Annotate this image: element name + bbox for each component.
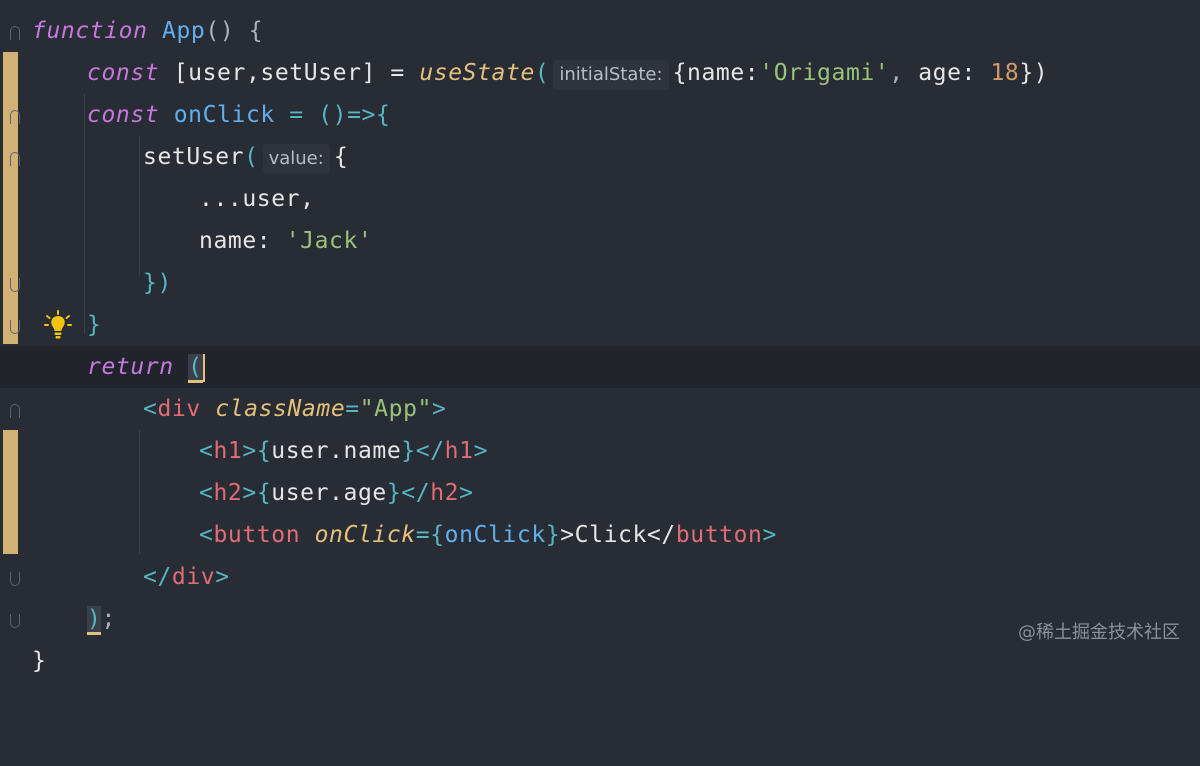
code-line-1[interactable]: function App() { — [0, 10, 1200, 52]
matched-paren: ( — [188, 354, 203, 383]
token: > — [242, 438, 257, 464]
token: 18 — [990, 60, 1020, 86]
token: = — [415, 522, 431, 548]
token: < — [199, 438, 214, 464]
matched-paren: ) — [87, 606, 102, 635]
token: </ — [143, 564, 172, 590]
code-line-12[interactable]: <h2>{user.age}</h2> — [0, 472, 1200, 514]
token: { — [256, 480, 272, 506]
token: ; — [101, 606, 116, 632]
token: age: — [918, 60, 976, 86]
parameter-hint: initialState: — [553, 60, 669, 90]
token: user.age — [271, 480, 387, 506]
token: App — [162, 18, 206, 44]
token: } — [386, 480, 402, 506]
token: onClick — [314, 522, 416, 548]
token: div — [157, 396, 201, 422]
token: ...user, — [199, 186, 315, 212]
token: } — [87, 312, 102, 338]
token: setUser — [143, 144, 245, 170]
code-line-3[interactable]: const onClick = ()=>{ — [0, 94, 1200, 136]
code-line-8[interactable]: } — [0, 304, 1200, 346]
token: > — [242, 480, 257, 506]
token: name: — [687, 60, 760, 86]
token: { — [333, 144, 349, 170]
token: { — [672, 60, 688, 86]
token: = — [345, 396, 360, 422]
code-editor[interactable]: function App() { const [user,setUser] = … — [0, 0, 1200, 674]
code-line-5[interactable]: ...user, — [0, 178, 1200, 220]
token: }) — [143, 270, 172, 296]
token: h1 — [213, 438, 243, 464]
token: 'Origami' — [759, 60, 890, 86]
token: > — [473, 438, 489, 464]
token: 'Jack' — [285, 228, 373, 254]
token: } — [401, 438, 416, 464]
token: </ — [415, 438, 445, 464]
token: useState — [419, 60, 535, 86]
text-cursor — [202, 353, 205, 382]
code-line-14[interactable]: </div> — [0, 556, 1200, 598]
token: { — [430, 522, 445, 548]
token: h1 — [444, 438, 474, 464]
token: < — [199, 522, 214, 548]
token: const — [87, 102, 160, 128]
token: > — [215, 564, 230, 590]
token: { — [256, 438, 272, 464]
token: name: — [199, 228, 272, 254]
watermark: @稀土掘金技术社区 — [1018, 622, 1180, 643]
token: h2 — [213, 480, 243, 506]
token: className — [215, 396, 346, 422]
code-line-6[interactable]: name: 'Jack' — [0, 220, 1200, 262]
parameter-hint: value: — [262, 144, 330, 174]
token: button — [675, 522, 763, 548]
code-line-7[interactable]: }) — [0, 262, 1200, 304]
code-line-11[interactable]: <h1>{user.name}</h1> — [0, 430, 1200, 472]
token: function — [32, 18, 148, 44]
token: > — [431, 396, 447, 422]
token: = — [289, 102, 304, 128]
code-line-4[interactable]: setUser(value:{ — [0, 136, 1200, 178]
token: < — [143, 396, 158, 422]
token: onClick — [173, 102, 275, 128]
token: onClick — [444, 522, 546, 548]
token: } — [545, 522, 561, 548]
token: "App" — [359, 396, 432, 422]
code-line-16[interactable]: } — [0, 640, 1200, 682]
token: h2 — [430, 480, 460, 506]
token: > — [459, 480, 474, 506]
token: < — [199, 480, 214, 506]
token: return — [87, 354, 174, 380]
token: ( — [244, 144, 259, 170]
code-line-10[interactable]: <div className="App"> — [0, 388, 1200, 430]
token: const — [87, 60, 160, 86]
code-line-9[interactable]: return ( — [0, 346, 1200, 388]
token: div — [171, 564, 216, 590]
code-line-2[interactable]: const [user,setUser] = useState(initialS… — [0, 52, 1200, 94]
token: () { — [205, 18, 264, 44]
token: >Click</ — [560, 522, 676, 548]
token: , — [889, 60, 904, 86]
token: > — [762, 522, 777, 548]
token: ()=>{ — [318, 102, 391, 128]
token: ( — [534, 60, 550, 86]
token: user.name — [271, 438, 402, 464]
token: } — [32, 648, 47, 674]
lightbulb-icon[interactable] — [44, 310, 72, 340]
token: </ — [401, 480, 431, 506]
token: }) — [1019, 60, 1049, 86]
token: [user,setUser] = — [173, 60, 405, 86]
code-line-13[interactable]: <button onClick={onClick}>Click</button> — [0, 514, 1200, 556]
token: button — [213, 522, 301, 548]
